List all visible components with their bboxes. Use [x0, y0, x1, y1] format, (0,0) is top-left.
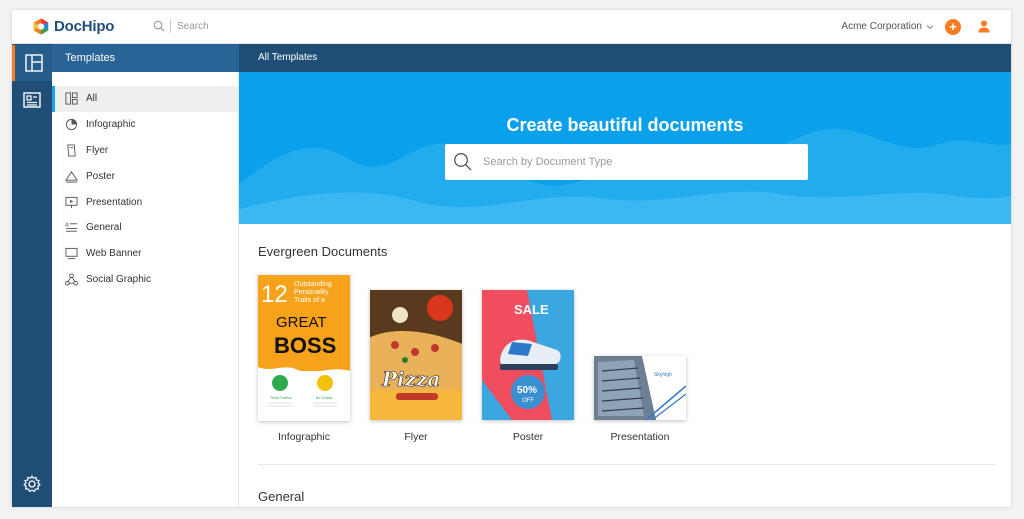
template-label-presentation[interactable]: Presentation: [585, 431, 695, 443]
dochipo-logo-icon: [33, 18, 49, 35]
app-window: DocHipo Search Acme Corporation + Templa…: [12, 10, 1011, 507]
rail-settings-button[interactable]: [12, 466, 52, 502]
sidebar-item-label: Flyer: [86, 144, 109, 156]
template-card-presentation[interactable]: Skyhigh: [594, 356, 686, 420]
thumb-text: GREAT: [276, 314, 327, 331]
section-title-evergreen: Evergreen Documents: [258, 244, 388, 259]
sidebar-item-social-graphic[interactable]: Social Graphic: [52, 267, 238, 293]
main-header: All Templates: [239, 44, 1011, 72]
logo[interactable]: DocHipo: [32, 17, 114, 36]
presentation-icon: [65, 196, 78, 208]
sidebar-item-label: Social Graphic: [86, 273, 152, 285]
thumb-caption: Be Honest: [316, 396, 332, 400]
sidebar-header: Templates: [52, 44, 239, 72]
chevron-down-icon: [926, 24, 934, 29]
monitor-icon: [65, 248, 78, 260]
sidebar-item-label: General: [86, 222, 122, 234]
user-icon[interactable]: [977, 19, 991, 33]
pie-chart-icon: [65, 119, 78, 131]
thumb-text: Outstanding: [294, 281, 332, 288]
sidebar-item-flyer[interactable]: Flyer: [52, 138, 238, 164]
gear-icon: [23, 475, 41, 492]
thumb-text: BOSS: [274, 333, 336, 358]
template-label-poster[interactable]: Poster: [473, 431, 583, 443]
thumb-text: Traits of a: [294, 297, 325, 304]
template-card-poster[interactable]: SALE 50% OFF: [482, 290, 574, 420]
hero-banner: Create beautiful documents Search by Doc…: [239, 72, 1011, 224]
layout-icon: [24, 54, 43, 72]
flyer-icon: [67, 144, 76, 157]
presentation-thumbnail: Skyhigh: [594, 356, 686, 420]
poster-thumbnail: SALE 50% OFF: [482, 290, 574, 420]
thumb-discount-off: OFF: [522, 398, 534, 404]
thumb-title: SALE: [514, 302, 549, 317]
sidebar-item-presentation[interactable]: Presentation: [52, 189, 238, 215]
template-label-infographic[interactable]: Infographic: [249, 431, 359, 443]
search-icon: [153, 20, 165, 32]
thumb-text: Personality: [294, 289, 329, 296]
grid-layout-icon: [65, 92, 78, 105]
search-icon: [454, 153, 472, 171]
thumb-brand: Skyhigh: [654, 372, 672, 378]
document-type-search[interactable]: Search by Document Type: [445, 144, 808, 180]
sidebar-item-web-banner[interactable]: Web Banner: [52, 241, 238, 267]
text-lines-icon: A: [65, 223, 78, 233]
add-button[interactable]: +: [945, 19, 961, 35]
top-search-input[interactable]: Search: [177, 21, 209, 32]
organization-selector[interactable]: Acme Corporation: [841, 21, 934, 32]
document-icon: [23, 92, 41, 108]
sidebar-item-label: All: [86, 93, 98, 105]
thumb-discount: 50%: [517, 385, 537, 396]
infographic-thumbnail: 12 Outstanding Personality Traits of a G…: [258, 275, 350, 407]
sidebar-item-label: Web Banner: [86, 248, 142, 260]
template-card-flyer[interactable]: Pizza: [370, 290, 462, 420]
thumb-caption: Think Positive: [270, 396, 292, 400]
svg-text:A: A: [65, 223, 69, 229]
hero-title: Create beautiful documents: [506, 115, 744, 135]
poster-icon: [65, 170, 78, 183]
top-search[interactable]: Search: [153, 19, 209, 33]
sidebar-item-all[interactable]: All: [52, 86, 238, 112]
template-card-infographic[interactable]: 12 Outstanding Personality Traits of a G…: [258, 275, 350, 421]
sidebar-item-poster[interactable]: Poster: [52, 163, 238, 189]
rail-documents-button[interactable]: [12, 82, 52, 118]
template-sidebar: All Infographic Flyer Poster Presentatio…: [52, 72, 239, 507]
sidebar-item-label: Presentation: [86, 196, 143, 208]
thumb-title: Pizza: [381, 367, 440, 391]
thumb-number: 12: [261, 281, 288, 308]
section-title-general: General: [258, 489, 305, 504]
rail-templates-button[interactable]: [12, 45, 52, 81]
document-type-search-input[interactable]: Search by Document Type: [483, 156, 612, 168]
app-name: DocHipo: [54, 18, 115, 35]
organization-name: Acme Corporation: [841, 21, 922, 32]
sidebar-item-label: Poster: [86, 170, 115, 182]
search-separator: [170, 19, 171, 33]
sidebar-item-general[interactable]: A General: [52, 215, 238, 241]
top-bar: DocHipo Search Acme Corporation +: [12, 10, 1011, 44]
share-icon: [65, 273, 78, 286]
sidebar-item-label: Infographic: [86, 119, 136, 131]
flyer-thumbnail: Pizza: [370, 290, 462, 420]
sidebar-item-infographic[interactable]: Infographic: [52, 112, 238, 138]
section-divider: [258, 464, 996, 465]
template-label-flyer[interactable]: Flyer: [361, 431, 471, 443]
left-rail: [12, 44, 52, 507]
